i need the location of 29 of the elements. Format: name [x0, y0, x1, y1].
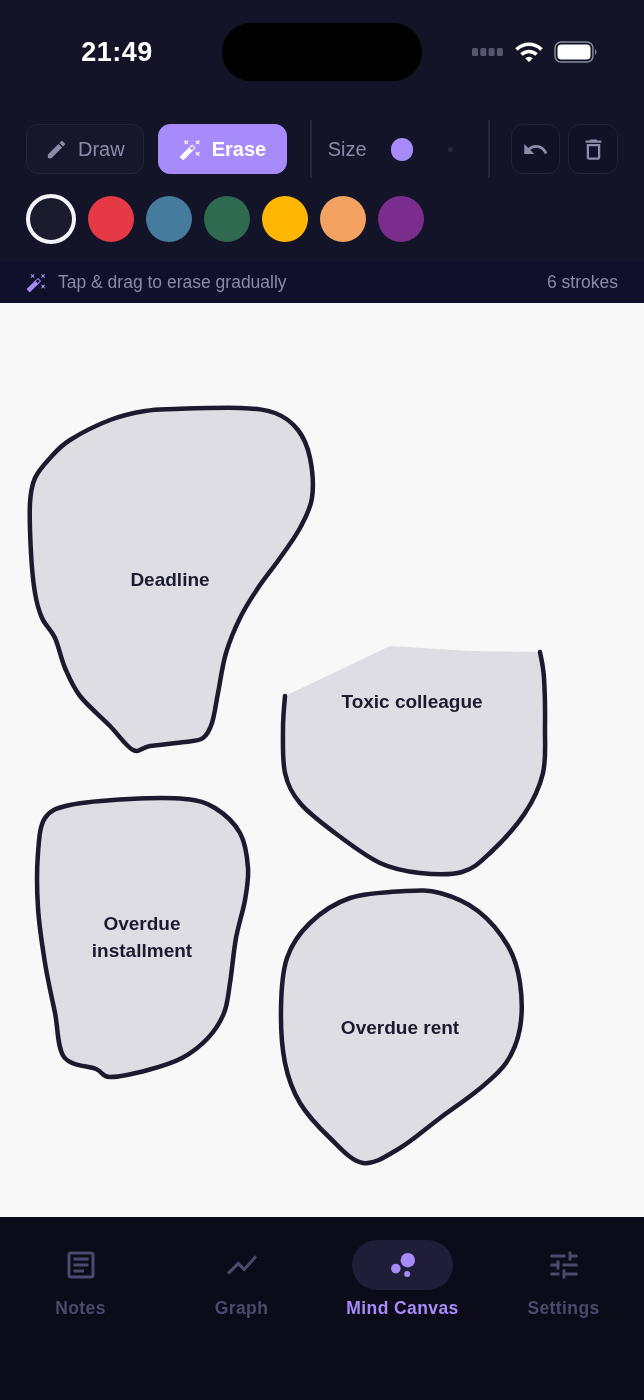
color-swatch[interactable] [146, 196, 192, 242]
wand-icon [26, 271, 47, 293]
hint-text: Tap & drag to erase gradually [58, 271, 288, 293]
blob-label: Overdue rent [340, 1015, 460, 1040]
nav-tab[interactable]: Notes [0, 1240, 161, 1319]
mode-button[interactable]: Erase [157, 124, 288, 174]
drawing-canvas[interactable]: Deadline Toxic colleague Overdue installment Overdue rent [0, 303, 644, 1217]
color-swatch[interactable] [26, 194, 76, 244]
mode-button[interactable]: Draw [26, 124, 144, 174]
wand-icon [178, 137, 202, 161]
nav-tab[interactable]: Mind Canvas [322, 1240, 483, 1319]
blob-label: Toxic colleague [341, 689, 483, 714]
color-swatch[interactable] [88, 196, 134, 242]
color-swatch[interactable] [204, 196, 250, 242]
color-swatch[interactable] [262, 196, 308, 242]
blob-label: Overdue installment [90, 912, 194, 963]
nav-tab[interactable]: Graph [161, 1240, 322, 1319]
color-swatch[interactable] [320, 196, 366, 242]
undo-button[interactable] [510, 124, 561, 174]
clear-button[interactable] [568, 124, 618, 174]
stroke-count: 6 strokes [547, 271, 618, 293]
size-label: Size [327, 137, 367, 161]
brush-size-option[interactable] [390, 137, 414, 161]
signal-icon [472, 48, 504, 56]
status-time: 21:49 [80, 36, 153, 68]
nav-tab[interactable]: Settings [483, 1240, 644, 1319]
blob-label: Deadline [130, 567, 210, 592]
battery-icon [554, 41, 598, 63]
color-swatch[interactable] [378, 196, 424, 242]
